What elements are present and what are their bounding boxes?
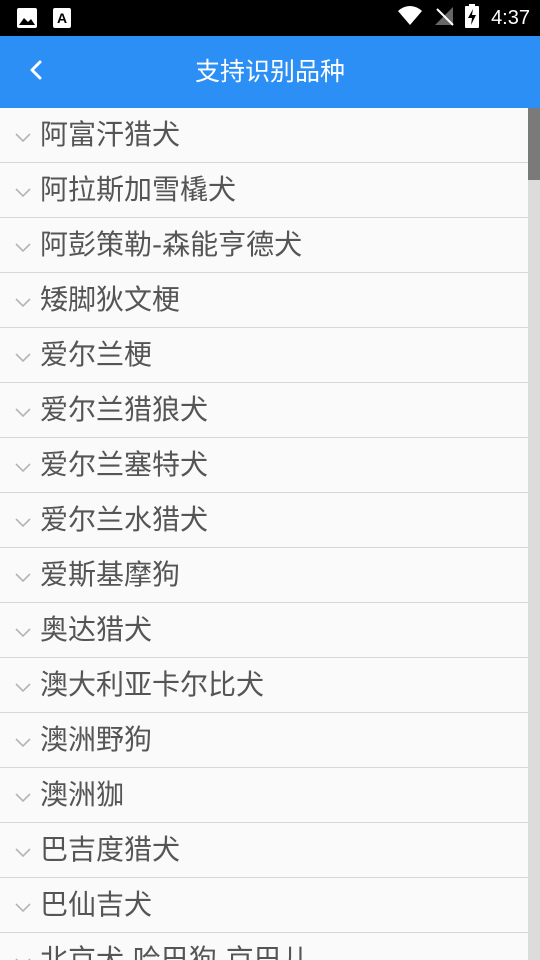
- list-item[interactable]: 巴仙吉犬: [0, 878, 528, 933]
- no-signal-icon: [433, 5, 455, 31]
- list-item[interactable]: 爱尔兰猎狼犬: [0, 383, 528, 438]
- list-item[interactable]: 北京犬 哈巴狗 京巴儿: [0, 933, 528, 960]
- breed-label: 爱尔兰水猎犬: [40, 503, 209, 536]
- image-icon: [16, 7, 38, 33]
- chevron-down-icon: [14, 679, 32, 693]
- breed-label: 阿彭策勒-森能亨德犬: [40, 228, 303, 261]
- breed-label: 爱斯基摩狗: [40, 558, 181, 591]
- chevron-down-icon: [14, 954, 32, 960]
- breed-label: 矮脚狄文梗: [40, 283, 181, 316]
- text-a-icon: A: [52, 7, 72, 33]
- breed-label: 北京犬 哈巴狗 京巴儿: [40, 943, 310, 960]
- status-time: 4:37: [491, 6, 530, 29]
- scrollbar[interactable]: [528, 108, 540, 960]
- breed-label: 爱尔兰塞特犬: [40, 448, 209, 481]
- list-item[interactable]: 爱尔兰塞特犬: [0, 438, 528, 493]
- chevron-down-icon: [14, 349, 32, 363]
- chevron-down-icon: [14, 514, 32, 528]
- breed-label: 澳洲野狗: [40, 723, 153, 756]
- status-right-icons: 4:37: [397, 0, 530, 36]
- chevron-down-icon: [14, 844, 32, 858]
- chevron-down-icon: [14, 789, 32, 803]
- chevron-down-icon: [14, 184, 32, 198]
- list-item[interactable]: 爱尔兰水猎犬: [0, 493, 528, 548]
- list-item[interactable]: 澳大利亚卡尔比犬: [0, 658, 528, 713]
- breed-label: 巴仙吉犬: [40, 888, 153, 921]
- list-item[interactable]: 爱尔兰梗: [0, 328, 528, 383]
- list-item[interactable]: 阿彭策勒-森能亨德犬: [0, 218, 528, 273]
- list-item[interactable]: 澳洲野狗: [0, 713, 528, 768]
- breed-label: 阿拉斯加雪橇犬: [40, 173, 237, 206]
- list-item[interactable]: 爱斯基摩狗: [0, 548, 528, 603]
- chevron-down-icon: [14, 129, 32, 143]
- breed-label: 澳洲㹢: [40, 778, 125, 811]
- breed-label: 奥达猎犬: [40, 613, 153, 646]
- svg-text:A: A: [57, 10, 67, 26]
- chevron-down-icon: [14, 624, 32, 638]
- breed-label: 澳大利亚卡尔比犬: [40, 668, 265, 701]
- list-item[interactable]: 奥达猎犬: [0, 603, 528, 658]
- breed-list[interactable]: 阿富汗猎犬阿拉斯加雪橇犬阿彭策勒-森能亨德犬 矮脚狄文梗爱尔兰梗爱尔兰猎狼犬 爱尔兰…: [0, 108, 528, 960]
- chevron-down-icon: [14, 239, 32, 253]
- status-left-icons: A: [16, 7, 72, 33]
- list-item[interactable]: 阿富汗猎犬: [0, 108, 528, 163]
- chevron-down-icon: [14, 899, 32, 913]
- breed-label: 爱尔兰猎狼犬: [40, 393, 209, 426]
- list-item[interactable]: 矮脚狄文梗: [0, 273, 528, 328]
- app-bar: 支持识别品种: [0, 36, 540, 108]
- status-bar: A 4:37: [0, 0, 540, 36]
- chevron-down-icon: [14, 294, 32, 308]
- scrollbar-thumb[interactable]: [528, 108, 540, 180]
- list-item[interactable]: 澳洲㹢: [0, 768, 528, 823]
- chevron-down-icon: [14, 569, 32, 583]
- list-item[interactable]: 巴吉度猎犬: [0, 823, 528, 878]
- chevron-down-icon: [14, 459, 32, 473]
- wifi-icon: [397, 5, 423, 31]
- breed-label: 巴吉度猎犬: [40, 833, 181, 866]
- battery-charging-icon: [465, 4, 480, 32]
- breed-label: 阿富汗猎犬: [40, 118, 181, 151]
- breed-label: 爱尔兰梗: [40, 338, 153, 371]
- chevron-down-icon: [14, 404, 32, 418]
- chevron-down-icon: [14, 734, 32, 748]
- list-item[interactable]: 阿拉斯加雪橇犬: [0, 163, 528, 218]
- page-title: 支持识别品种: [194, 57, 345, 86]
